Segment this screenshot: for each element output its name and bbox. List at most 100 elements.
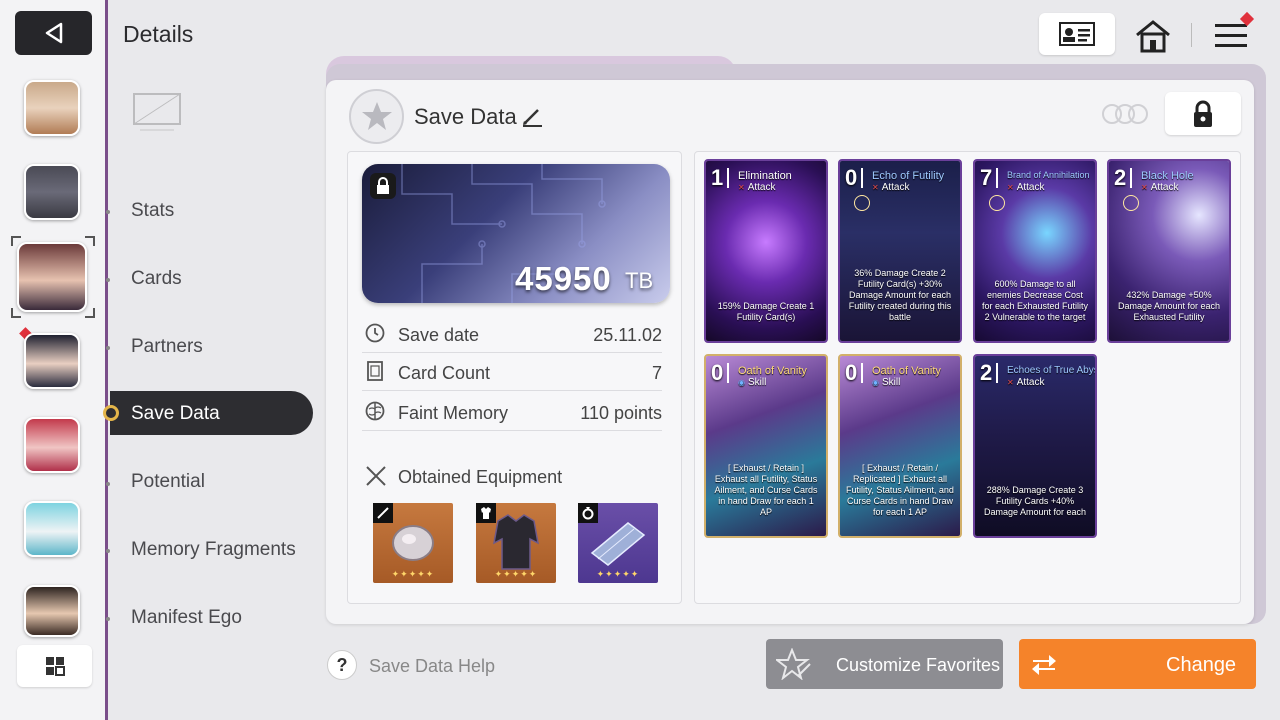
hamburger-menu-icon: [1215, 24, 1247, 47]
info-label: Save date: [398, 325, 480, 345]
change-label: Change: [1166, 654, 1237, 676]
clock-icon: [365, 323, 385, 343]
banner-lock-icon: [370, 173, 396, 199]
character-portrait[interactable]: [24, 417, 80, 473]
card-name: Elimination: [738, 170, 792, 182]
rarity-stars: ✦✦✦✦✦: [596, 569, 640, 579]
card-type: Attack: [872, 182, 910, 193]
nav-item-memory-fragments[interactable]: Memory Fragments: [131, 539, 296, 561]
nav-dot: [106, 549, 110, 553]
info-row-card-count: Card Count 7: [362, 357, 662, 391]
card-cost: 0: [845, 165, 864, 190]
lock-icon: [1194, 100, 1212, 127]
divider: [1191, 23, 1192, 47]
rarity-stars: ✦✦✦✦✦: [391, 569, 435, 579]
card-name: Oath of Vanity: [872, 365, 941, 377]
equipment-item[interactable]: ✦✦✦✦✦: [578, 503, 658, 583]
equipment-item[interactable]: ✦✦✦✦✦: [476, 503, 556, 583]
info-row-save-date: Save date 25.11.02: [362, 319, 662, 353]
armor-slot-icon: [476, 503, 496, 523]
nav-dot: [106, 210, 110, 214]
equipment-item[interactable]: ✦✦✦✦✦: [373, 503, 453, 583]
card-description: 36% Damage Create 2 Futility Card(s) +30…: [848, 268, 952, 322]
swap-arrows-icon: [1032, 655, 1056, 675]
card-type: Attack: [1141, 182, 1179, 193]
nav-item-cards[interactable]: Cards: [131, 268, 182, 290]
nav-item-save-data-label: Save Data: [131, 403, 220, 424]
rarity-stars: ✦✦✦✦✦: [494, 569, 538, 579]
nav-item-potential[interactable]: Potential: [131, 471, 205, 493]
character-logo-icon: [133, 93, 181, 131]
card-cost: 1: [711, 165, 730, 190]
character-portrait[interactable]: [24, 164, 80, 220]
card-cost: 0: [711, 360, 730, 385]
id-card-icon: [1059, 22, 1095, 46]
card-cost: 7: [980, 165, 999, 190]
card-description: [ Exhaust / Retain ] Exhaust all Futilit…: [714, 463, 818, 517]
back-arrow-icon: [45, 22, 62, 44]
card-item[interactable]: 1 Elimination Attack 159% Damage Create …: [704, 159, 828, 343]
save-data-emblem: [349, 89, 404, 144]
card-icon: [367, 361, 383, 381]
card-description: 159% Damage Create 1 Futility Card(s): [717, 301, 815, 322]
card-item[interactable]: 2 Black Hole Attack 432% Damage +50% Dam…: [1107, 159, 1231, 343]
card-type: Skill: [872, 377, 900, 388]
lock-button[interactable]: [1165, 92, 1241, 135]
character-portrait[interactable]: [24, 333, 80, 389]
selected-character-portrait[interactable]: [17, 242, 87, 312]
character-portrait[interactable]: [24, 80, 80, 136]
card-description: [ Exhaust / Retain / Replicated ] Exhaus…: [846, 463, 954, 517]
ring-slot-icon: [578, 503, 598, 523]
nav-dot: [106, 346, 110, 350]
star-edit-icon: [776, 648, 811, 680]
character-portrait[interactable]: [24, 501, 80, 557]
edit-pencil-icon[interactable]: [520, 104, 544, 128]
info-value: 110 points: [580, 403, 662, 423]
card-item[interactable]: 2 Echoes of True Abyss Attack 288% Damag…: [973, 354, 1097, 538]
save-data-title: Save Data: [414, 104, 517, 129]
card-item[interactable]: 7 Brand of Annihilation Attack 600% Dama…: [973, 159, 1097, 343]
card-item[interactable]: 0 Oath of Vanity Skill [ Exhaust / Retai…: [704, 354, 828, 538]
grid-icon: [45, 657, 65, 676]
card-name: Echoes of True Abyss: [1007, 365, 1097, 376]
save-points-value: 45950: [515, 260, 612, 297]
nav-item-partners[interactable]: Partners: [131, 336, 203, 358]
card-description: 288% Damage Create 3 Futility Cards +40%…: [983, 485, 1087, 517]
card-cost: 2: [980, 360, 999, 385]
card-description: 432% Damage +50% Damage Amount for each …: [1117, 290, 1221, 322]
card-item[interactable]: 0 Oath of Vanity Skill [ Exhaust / Retai…: [838, 354, 962, 538]
home-button[interactable]: [1133, 16, 1173, 56]
card-cost: 0: [845, 360, 864, 385]
back-button[interactable]: [15, 11, 92, 55]
help-icon[interactable]: ?: [327, 650, 357, 680]
card-type: Attack: [1007, 377, 1045, 388]
card-description: 600% Damage to all enemies Decrease Cost…: [981, 279, 1089, 322]
star-emblem-icon: [361, 101, 392, 130]
info-row-faint-memory: Faint Memory 110 points: [362, 397, 662, 431]
crossed-swords-icon: [366, 466, 386, 486]
card-target-icon: [854, 195, 870, 211]
character-portrait[interactable]: [24, 585, 80, 637]
save-data-help-link[interactable]: Save Data Help: [369, 656, 495, 677]
card-target-icon: [1123, 195, 1139, 211]
card-name: Echo of Futility: [872, 170, 945, 182]
card-item[interactable]: 0 Echo of Futility Attack 36% Damage Cre…: [838, 159, 962, 343]
info-value: 25.11.02: [593, 325, 662, 345]
grid-view-button[interactable]: [17, 645, 92, 687]
card-target-icon: [989, 195, 1005, 211]
card-name: Brand of Annihilation: [1007, 170, 1090, 180]
card-type: Skill: [738, 377, 766, 388]
nav-dot: [106, 617, 110, 621]
nav-dot: [106, 482, 110, 486]
nav-item-manifest-ego[interactable]: Manifest Ego: [131, 607, 242, 629]
page-title: Details: [123, 21, 194, 47]
nav-item-stats[interactable]: Stats: [131, 200, 174, 222]
character-list: [0, 0, 108, 720]
card-cost: 2: [1114, 165, 1133, 190]
home-icon: [1136, 20, 1170, 53]
profile-card-button[interactable]: [1039, 13, 1115, 55]
active-indicator-icon: [103, 405, 119, 421]
nav-dot: [106, 278, 110, 282]
card-name: Black Hole: [1141, 170, 1194, 182]
card-name: Oath of Vanity: [738, 365, 807, 377]
